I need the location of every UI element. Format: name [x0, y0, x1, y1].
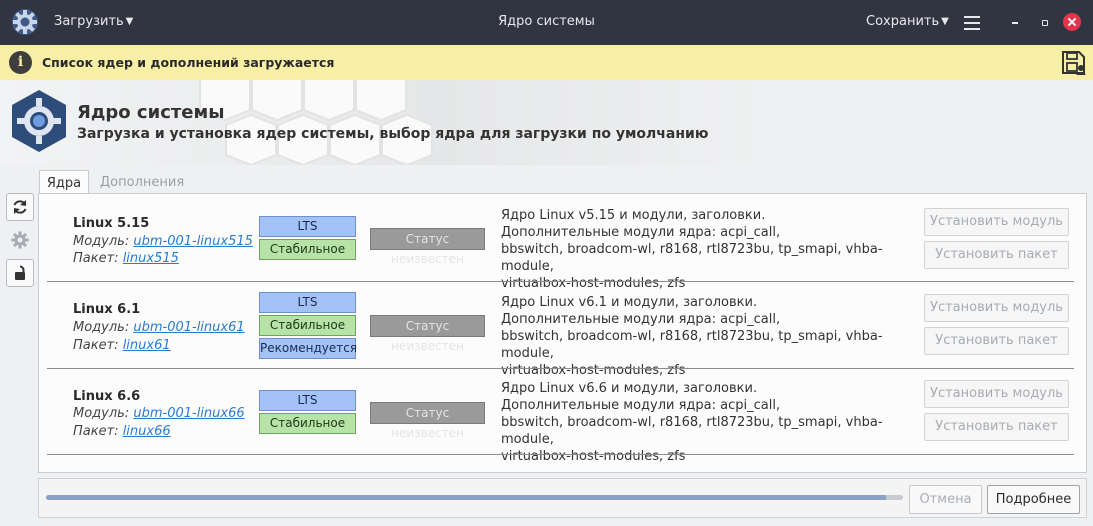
kernel-row: Linux 6.1 Модуль: ubm-001-linux61 Пакет:… [47, 282, 1074, 378]
recommended-badge: Рекомендуется [259, 338, 357, 359]
kernel-module: Модуль: ubm-001-linux61 [73, 320, 245, 335]
lts-badge: LTS [259, 216, 356, 237]
refresh-icon [13, 200, 27, 214]
description-line: virtualbox-host-modules, zfs [501, 449, 686, 464]
install-module-button[interactable]: Установить модуль [924, 294, 1069, 322]
description-line: Дополнительные модули ядра: acpi_call, [501, 225, 781, 240]
kernel-name: Linux 6.1 [73, 302, 141, 317]
page-subtitle: Загрузка и установка ядер системы, выбор… [77, 126, 709, 142]
kernel-row: Linux 5.15 Модуль: ubm-001-linux515 Паке… [47, 194, 1074, 291]
close-button[interactable] [1063, 13, 1081, 31]
kernel-logo-icon [12, 90, 66, 152]
gear-icon [11, 231, 29, 249]
module-label: Модуль: [73, 320, 130, 335]
kernel-package: Пакет: linux66 [73, 424, 171, 439]
load-menu[interactable]: Загрузить ▼ [54, 14, 133, 29]
save-menu-label: Сохранить [866, 14, 940, 29]
module-label: Модуль: [73, 406, 130, 421]
page-title: Ядро системы [77, 102, 225, 123]
install-package-button[interactable]: Установить пакет [924, 241, 1069, 269]
load-menu-label: Загрузить [54, 14, 124, 29]
package-link[interactable]: linux61 [123, 338, 171, 353]
install-package-button[interactable]: Установить пакет [924, 413, 1069, 441]
description-line: Дополнительные модули ядра: acpi_call, [501, 312, 781, 327]
kernels-list: Linux 5.15 Модуль: ubm-001-linux515 Паке… [38, 193, 1087, 473]
kernel-name: Linux 6.6 [73, 389, 141, 404]
status-badge: Статус неизвестен [370, 228, 485, 266]
kernel-module: Модуль: ubm-001-linux66 [73, 406, 245, 421]
module-label: Модуль: [73, 234, 130, 249]
notification-text: Список ядер и дополнений загружается [42, 55, 335, 70]
kernel-package: Пакет: linux61 [73, 338, 171, 353]
lock-button[interactable] [6, 259, 34, 287]
kernel-package: Пакет: linux515 [73, 251, 179, 266]
description-line: bbswitch, broadcom-wl, r8168, rtl8723bu,… [501, 415, 883, 447]
kernel-module: Модуль: ubm-001-linux515 [73, 234, 253, 249]
main-window: Ядро системы Загрузка и установка ядер с… [0, 80, 1093, 526]
loading-notification: i Список ядер и дополнений загружается [0, 45, 1093, 80]
progress-fill [46, 495, 886, 500]
module-link[interactable]: ubm-001-linux66 [133, 406, 244, 421]
install-module-button[interactable]: Установить модуль [924, 380, 1069, 408]
kernel-description: Ядро Linux v6.1 и модули, заголовки. Доп… [501, 294, 921, 379]
install-package-button[interactable]: Установить пакет [924, 327, 1069, 355]
stable-badge: Стабильное [259, 239, 356, 260]
install-module-button[interactable]: Установить модуль [924, 208, 1069, 236]
description-line: Дополнительные модули ядра: acpi_call, [501, 398, 781, 413]
save-menu[interactable]: Сохранить ▼ [866, 14, 949, 29]
module-link[interactable]: ubm-001-linux61 [133, 320, 244, 335]
minimize-button[interactable] [1005, 12, 1025, 32]
description-line: Ядро Linux v5.15 и модули, заголовки. [501, 208, 766, 223]
gear-icon[interactable] [11, 8, 39, 36]
lts-badge: LTS [259, 292, 356, 313]
kernel-row: Linux 6.6 Модуль: ubm-001-linux66 Пакет:… [47, 369, 1074, 464]
info-icon: i [9, 51, 32, 74]
description-line: Ядро Linux v6.1 и модули, заголовки. [501, 295, 758, 310]
kernel-description: Ядро Linux v5.15 и модули, заголовки. До… [501, 207, 921, 292]
save-user-icon[interactable] [1061, 50, 1087, 76]
settings-button[interactable] [6, 226, 34, 254]
description-line: bbswitch, broadcom-wl, r8168, rtl8723bu,… [501, 242, 883, 274]
module-link[interactable]: ubm-001-linux515 [133, 234, 253, 249]
package-label: Пакет: [73, 338, 119, 353]
package-link[interactable]: linux66 [123, 424, 171, 439]
package-label: Пакет: [73, 251, 119, 266]
loading-progress-bar [46, 495, 903, 500]
package-label: Пакет: [73, 424, 119, 439]
tab-kernels[interactable]: Ядра [39, 170, 89, 194]
tab-extensions[interactable]: Дополнения [100, 170, 184, 194]
title-bar: Загрузить ▼ Ядро системы Сохранить ▼ [0, 0, 1093, 45]
package-link[interactable]: linux515 [123, 251, 179, 266]
status-badge: Статус неизвестен [370, 402, 485, 440]
chevron-down-icon: ▼ [941, 16, 949, 27]
stable-badge: Стабильное [259, 413, 356, 434]
lts-badge: LTS [259, 390, 356, 411]
chevron-down-icon: ▼ [125, 16, 134, 27]
details-button[interactable]: Подробнее [987, 485, 1080, 514]
header-banner: Ядро системы Загрузка и установка ядер с… [0, 80, 1093, 165]
description-line: Ядро Linux v6.6 и модули, заголовки. [501, 381, 758, 396]
row-divider [47, 454, 1074, 455]
refresh-button[interactable] [6, 193, 34, 221]
lock-icon [15, 265, 25, 280]
footer-bar: Отмена Подробнее [38, 478, 1087, 518]
hexagon-pattern [199, 80, 433, 165]
description-line: bbswitch, broadcom-wl, r8168, rtl8723bu,… [501, 329, 883, 361]
status-badge: Статус неизвестен [370, 315, 485, 353]
kernel-description: Ядро Linux v6.6 и модули, заголовки. Доп… [501, 380, 921, 465]
side-toolbar [6, 193, 34, 292]
kernel-name: Linux 5.15 [73, 216, 150, 231]
cancel-button[interactable]: Отмена [909, 485, 982, 514]
maximize-button[interactable] [1034, 12, 1054, 32]
stable-badge: Стабильное [259, 315, 356, 336]
hamburger-menu-icon[interactable] [964, 16, 980, 30]
